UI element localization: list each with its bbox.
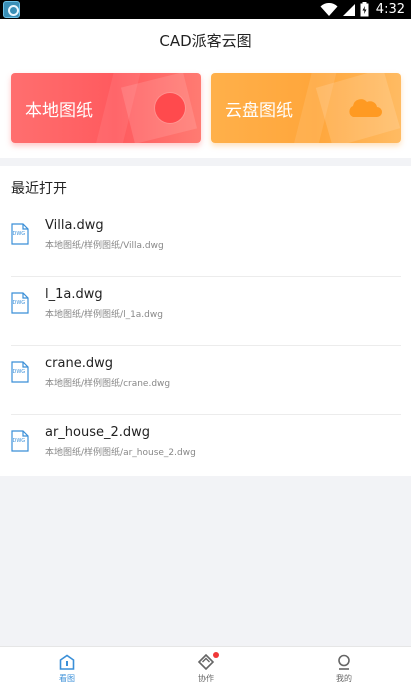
bottom-tab-bar: 看图 协作 我的 [0, 646, 411, 689]
file-name: ar_house_2.dwg [45, 425, 151, 440]
file-name: Villa.dwg [45, 218, 104, 233]
recent-file-list: DWG Villa.dwg 本地图纸/样例图纸/Villa.dwg DWG l_… [0, 208, 411, 484]
clock: 4:32 [375, 2, 405, 17]
title-bar: CAD派客云图 [0, 19, 411, 61]
svg-text:DWG: DWG [13, 438, 26, 444]
battery-icon [360, 2, 369, 17]
file-path: 本地图纸/样例图纸/ar_house_2.dwg [45, 448, 196, 458]
tab-mine-label: 我的 [336, 674, 352, 683]
collab-icon [197, 654, 215, 670]
signal-icon [342, 3, 355, 16]
dwg-file-icon: DWG [11, 430, 29, 452]
list-item[interactable]: DWG l_1a.dwg 本地图纸/样例图纸/l_1a.dwg [0, 277, 411, 346]
file-path: 本地图纸/样例图纸/Villa.dwg [45, 241, 164, 251]
dwg-file-icon: DWG [11, 223, 29, 245]
tab-mine[interactable]: 我的 [304, 647, 384, 689]
view-icon [59, 654, 75, 670]
cloud-icon [349, 99, 382, 117]
dwg-file-icon: DWG [11, 292, 29, 314]
list-item[interactable]: DWG Villa.dwg 本地图纸/样例图纸/Villa.dwg [0, 208, 411, 277]
wifi-icon [320, 2, 338, 16]
tab-collab-label: 协作 [198, 674, 214, 683]
cloud-drawings-label: 云盘图纸 [225, 100, 293, 121]
svg-text:DWG: DWG [13, 300, 26, 306]
svg-text:DWG: DWG [13, 369, 26, 375]
local-drawings-card[interactable]: 本地图纸 [11, 73, 201, 143]
list-item[interactable]: DWG ar_house_2.dwg 本地图纸/样例图纸/ar_house_2.… [0, 415, 411, 484]
recent-section: 最近打开 DWG Villa.dwg 本地图纸/样例图纸/Villa.dwg D… [0, 166, 411, 476]
local-drawings-label: 本地图纸 [25, 100, 93, 121]
tab-view[interactable]: 看图 [27, 647, 107, 689]
file-name: l_1a.dwg [45, 287, 103, 302]
user-icon [338, 654, 350, 670]
tab-view-label: 看图 [59, 674, 75, 683]
app-icon [3, 1, 20, 18]
notification-badge [213, 652, 219, 658]
file-path: 本地图纸/样例图纸/l_1a.dwg [45, 310, 163, 320]
entry-cards: 本地图纸 云盘图纸 [0, 61, 411, 158]
status-icons: 4:32 [320, 0, 405, 19]
file-name: crane.dwg [45, 356, 113, 371]
dwg-file-icon: DWG [11, 361, 29, 383]
page-title: CAD派客云图 [159, 31, 252, 50]
file-path: 本地图纸/样例图纸/crane.dwg [45, 379, 171, 389]
recent-title: 最近打开 [11, 181, 67, 197]
list-item[interactable]: DWG crane.dwg 本地图纸/样例图纸/crane.dwg [0, 346, 411, 415]
status-bar: 4:32 [0, 0, 411, 19]
circle-decoration-icon [155, 93, 185, 123]
tab-collab[interactable]: 协作 [166, 647, 246, 689]
cloud-drawings-card[interactable]: 云盘图纸 [211, 73, 401, 143]
svg-text:DWG: DWG [13, 231, 26, 237]
